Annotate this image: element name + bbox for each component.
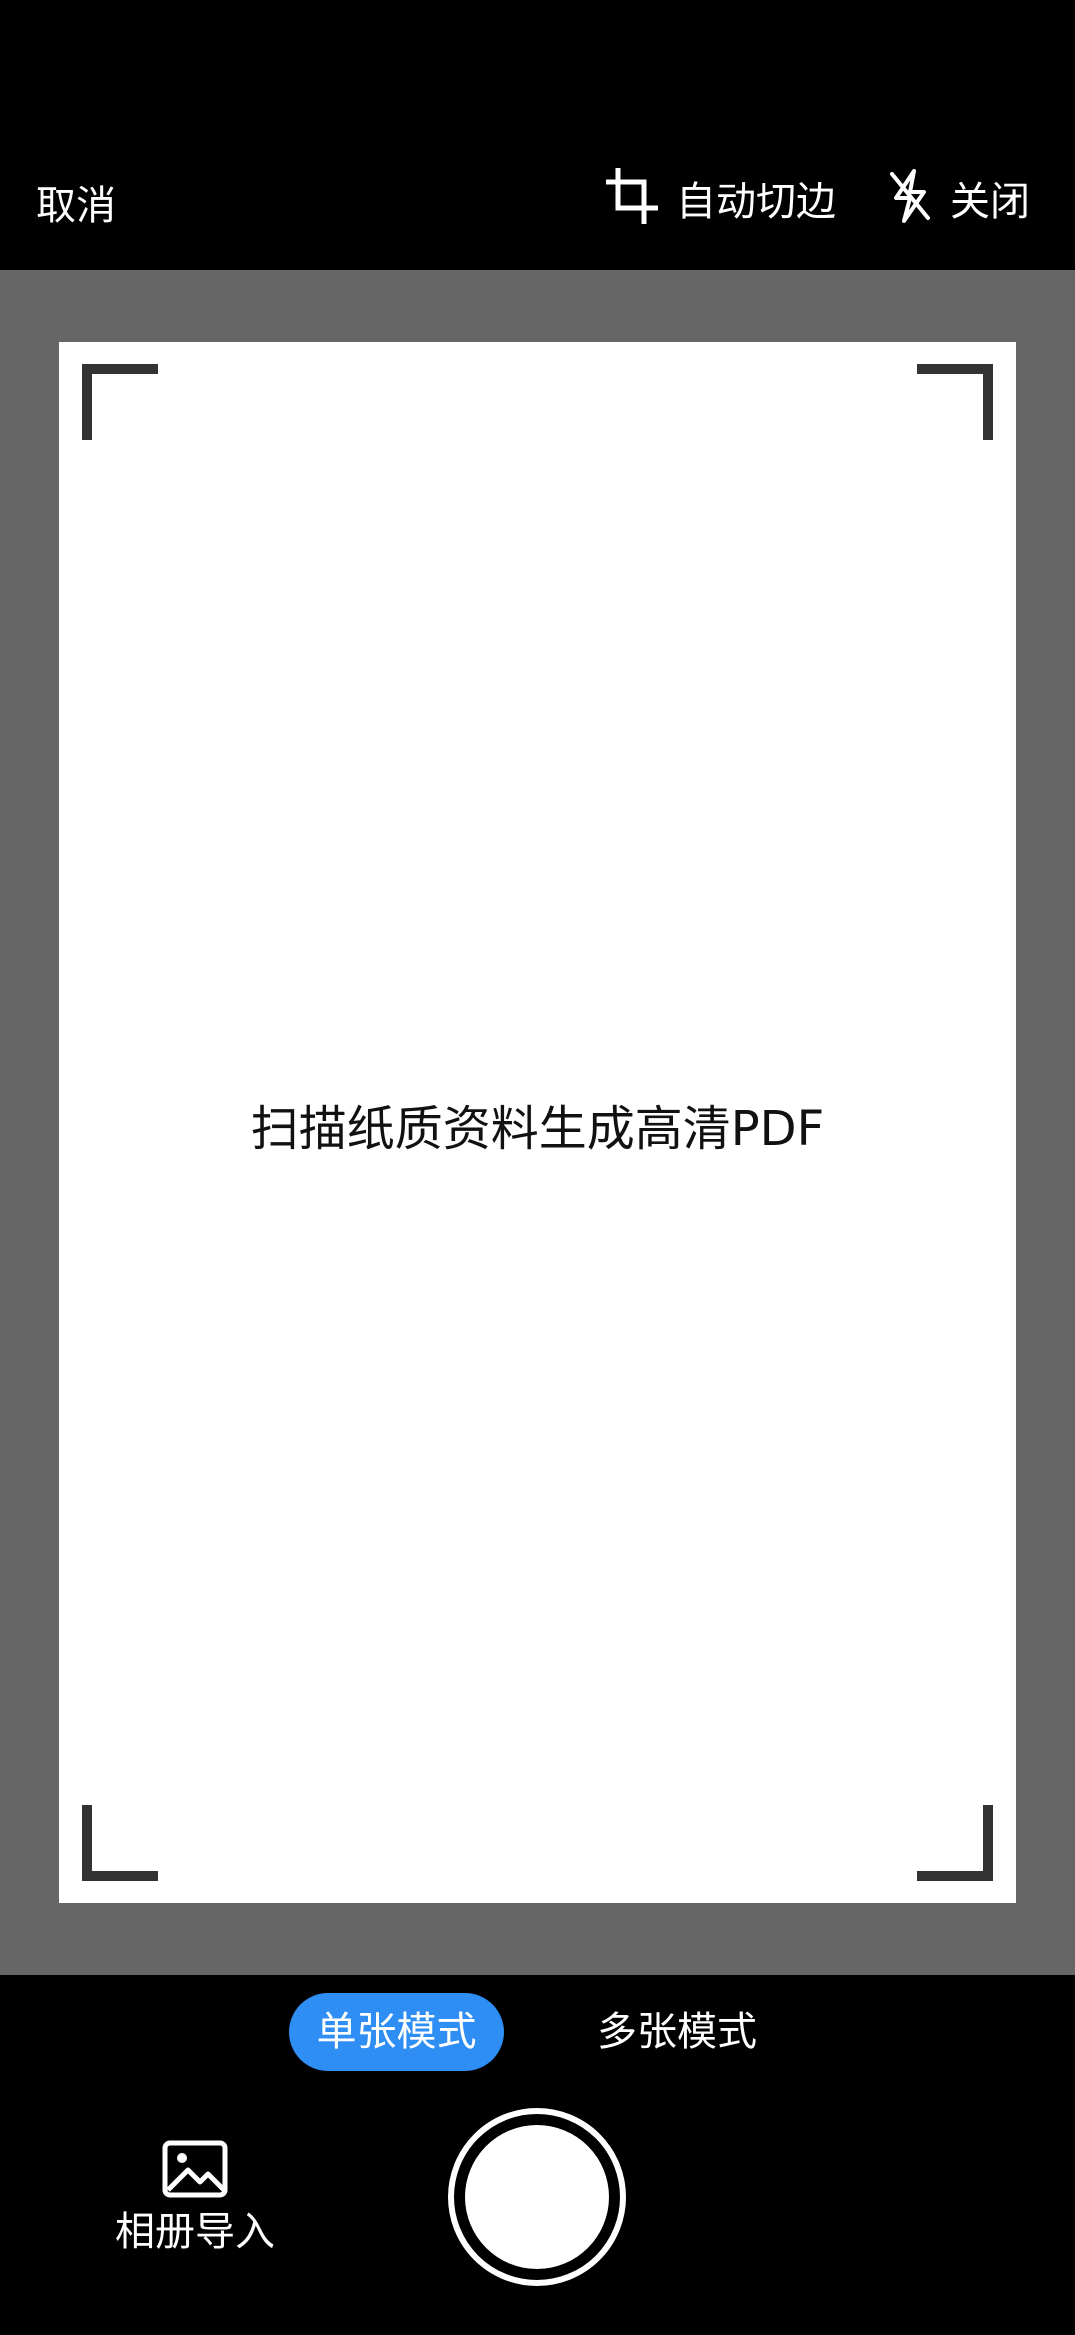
- frame-corner-bottom-left: [82, 1805, 158, 1881]
- image-icon: [162, 2140, 228, 2202]
- frame-corner-top-left: [82, 364, 158, 440]
- auto-crop-label: 自动切边: [676, 179, 836, 225]
- shutter-inner: [465, 2125, 609, 2269]
- scan-paper-area: 扫描纸质资料生成高清PDF: [59, 342, 1016, 1903]
- bottom-bar: 单张模式 多张模式 相册导入: [0, 1975, 1075, 2335]
- frame-corner-top-right: [917, 364, 993, 440]
- top-bar: 取消 自动切边 关闭: [0, 0, 1075, 270]
- auto-crop-toggle[interactable]: 自动切边: [605, 167, 836, 228]
- multi-mode-tab[interactable]: 多张模式: [582, 1993, 772, 2071]
- frame-corner-bottom-right: [917, 1805, 993, 1881]
- flash-off-icon: [888, 168, 932, 228]
- shutter-button[interactable]: [448, 2108, 626, 2286]
- single-mode-tab[interactable]: 单张模式: [289, 1993, 504, 2071]
- flash-toggle[interactable]: 关闭: [888, 168, 1030, 228]
- cancel-button[interactable]: 取消: [36, 178, 116, 234]
- flash-label: 关闭: [950, 179, 1030, 225]
- crop-icon: [605, 167, 659, 228]
- album-import-button[interactable]: 相册导入: [100, 2140, 290, 2260]
- album-import-label: 相册导入: [115, 2209, 275, 2255]
- camera-viewfinder[interactable]: 扫描纸质资料生成高清PDF: [0, 270, 1075, 1975]
- scan-hint-text: 扫描纸质资料生成高清PDF: [250, 1101, 825, 1157]
